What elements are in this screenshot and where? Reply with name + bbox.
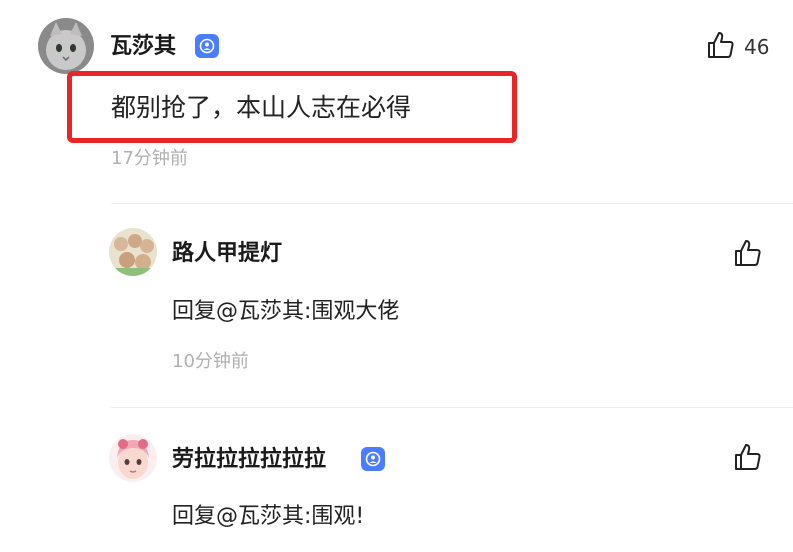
verified-badge-icon — [195, 34, 219, 58]
avatar-reply-2[interactable] — [109, 434, 157, 482]
verified-badge-icon — [361, 447, 385, 471]
like-count: 46 — [744, 35, 770, 59]
avatar-reply-1[interactable] — [109, 228, 157, 276]
divider — [111, 407, 793, 408]
reply-author-name[interactable]: 路人甲提灯 — [172, 243, 282, 265]
comment-author-name[interactable]: 瓦莎其 — [110, 36, 176, 58]
like-button-reply-1[interactable] — [733, 238, 763, 272]
reply-author-name[interactable]: 劳拉拉拉拉拉拉 — [172, 449, 326, 471]
reply-timestamp: 10分钟前 — [172, 351, 249, 372]
thumbs-up-icon — [706, 30, 736, 64]
reply-text: 回复@瓦莎其:围观! — [172, 504, 365, 529]
divider — [111, 203, 793, 204]
like-button-main[interactable]: 46 — [706, 30, 769, 64]
avatar-main-comment[interactable] — [38, 18, 94, 74]
comment-timestamp: 17分钟前 — [111, 148, 188, 169]
thumbs-up-icon — [733, 442, 763, 476]
thumbs-up-icon — [733, 238, 763, 272]
reply-text: 回复@瓦莎其:围观大佬 — [172, 299, 400, 324]
comment-text: 都别抢了，本山人志在必得 — [111, 93, 412, 122]
like-button-reply-2[interactable] — [733, 442, 763, 476]
